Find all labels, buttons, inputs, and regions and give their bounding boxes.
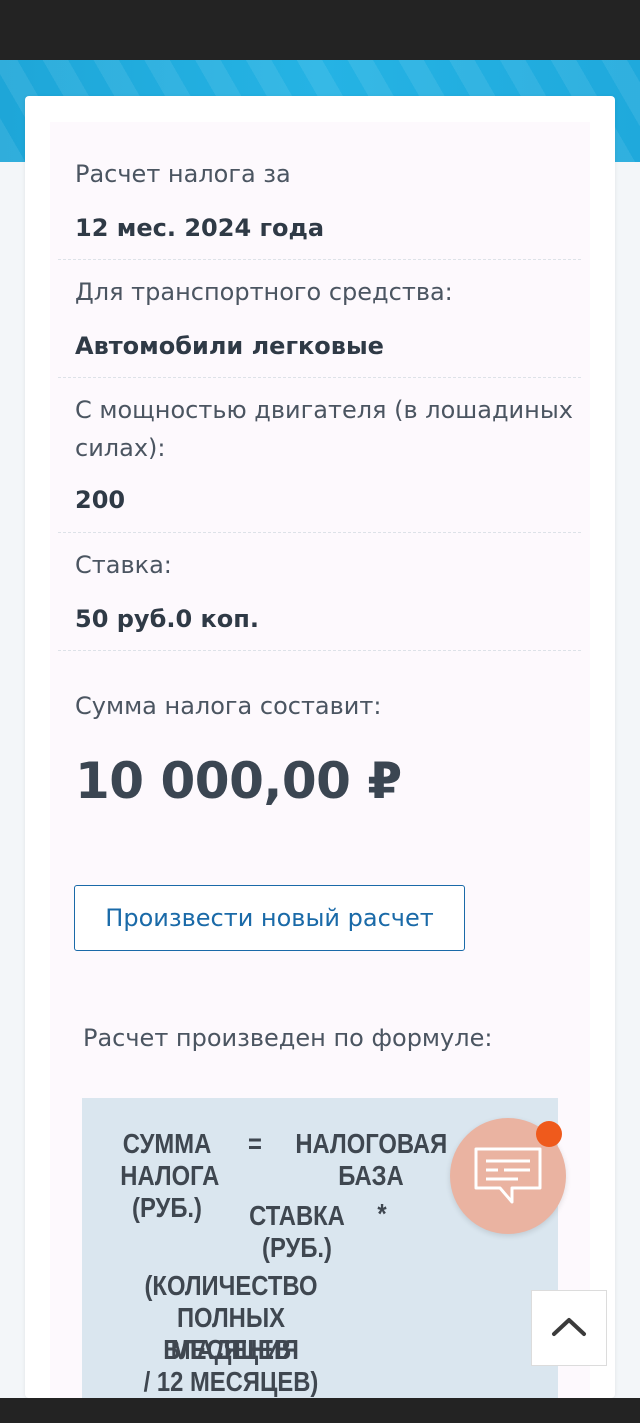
power-value: 200 [75,486,126,514]
formula-sum-line1: СУММА [122,1128,212,1159]
chat-icon [472,1146,544,1210]
formula-base-line2: БАЗА [338,1160,404,1191]
chat-button[interactable] [450,1118,566,1234]
formula-months-line3: ВЛАДЕНИЯ [163,1334,299,1365]
formula-rate-line2: (РУБ.) [262,1232,332,1263]
formula-sum-line2: НАЛОГА [120,1160,220,1191]
power-label-line2: силах): [75,434,166,462]
vehicle-value: Автомобили легковые [75,332,384,360]
chevron-up-icon [551,1315,587,1341]
formula-sum-line3: (РУБ.) [132,1192,202,1223]
power-label-line1: С мощностью двигателя (в лошадиных [75,396,573,424]
formula-months-line4: / 12 МЕСЯЦЕВ) [143,1366,319,1397]
navigation-bar [0,1398,640,1423]
formula-equals: = [248,1128,262,1159]
total-label: Сумма налога составит: [75,692,382,720]
scroll-to-top-button[interactable] [531,1290,607,1366]
rate-label: Ставка: [75,551,172,579]
vehicle-label: Для транспортного средства: [75,278,453,306]
power-row: С мощностью двигателя (в лошадиных силах… [58,378,581,533]
formula-base-line1: НАЛОГОВАЯ [295,1128,448,1159]
formula-months-line1: (КОЛИЧЕСТВО [144,1270,318,1301]
formula-caption: Расчет произведен по формуле: [83,1024,493,1052]
period-label: Расчет налога за [75,160,291,188]
period-row: Расчет налога за 12 мес. 2024 года [58,148,581,260]
new-calculation-button[interactable]: Произвести новый расчет [74,885,465,951]
notification-badge [536,1121,562,1147]
vehicle-row: Для транспортного средства: Автомобили л… [58,260,581,378]
formula-multiply-2: * [377,1198,387,1229]
period-value: 12 мес. 2024 года [75,214,325,242]
rate-value: 50 руб.0 коп. [75,605,259,633]
formula-rate-line1: СТАВКА [249,1200,345,1231]
status-bar [0,0,640,60]
total-value: 10 000,00 ₽ [75,752,402,810]
rate-row: Ставка: 50 руб.0 коп. [58,533,581,651]
